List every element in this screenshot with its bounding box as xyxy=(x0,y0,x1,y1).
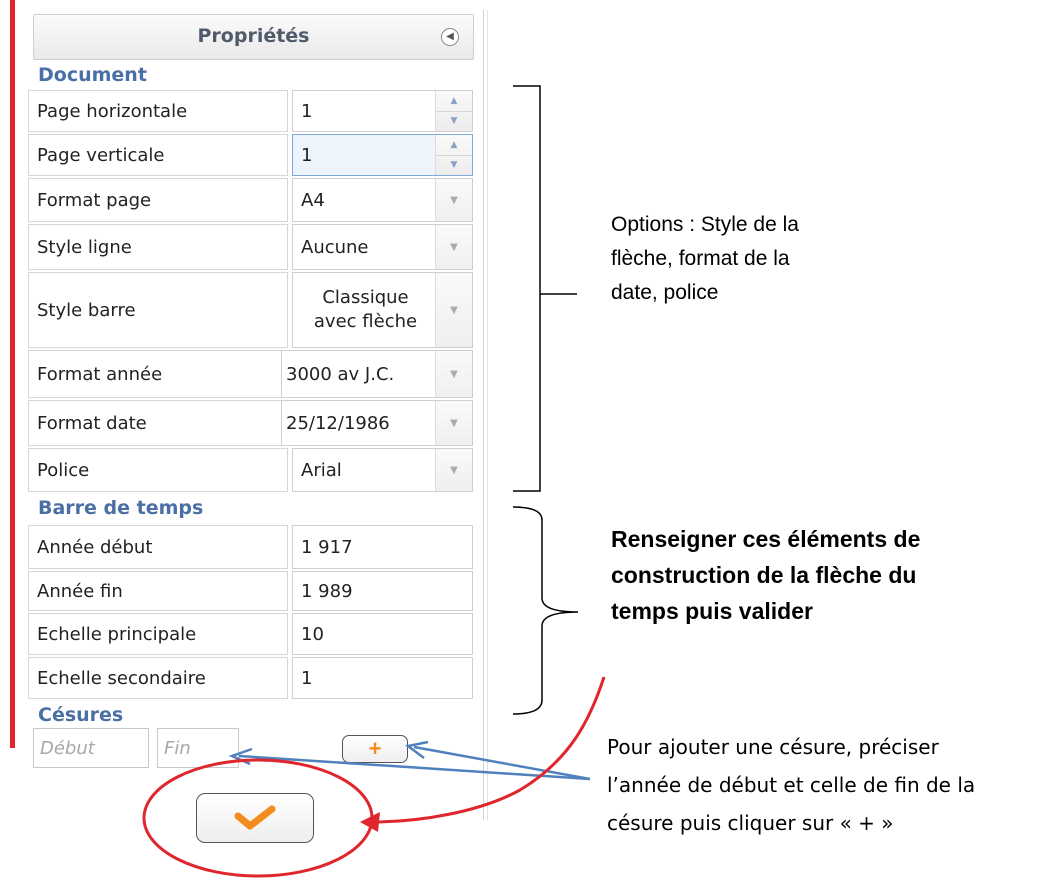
label-police: Police xyxy=(28,448,288,492)
label-style-ligne: Style ligne xyxy=(28,224,288,270)
properties-title: Propriétés xyxy=(197,25,310,47)
label-echelle-principale: Echelle principale xyxy=(28,613,288,655)
chevron-down-icon[interactable]: ▼ xyxy=(435,449,472,491)
plus-icon: + xyxy=(368,736,382,761)
annotation-renseigner-line2: construction de la flèche du xyxy=(611,562,917,588)
annotation-renseigner-line1: Renseigner ces éléments de xyxy=(611,526,921,552)
blue-arrow-to-plus xyxy=(413,745,591,781)
annee-debut-value: 1 917 xyxy=(301,536,353,558)
brace-barre-de-temps xyxy=(512,506,579,715)
annotation-cesure-line2: l’année de début et celle de fin de la xyxy=(607,773,976,797)
police-select[interactable]: Arial ▼ xyxy=(292,448,473,492)
section-cesures: Césures xyxy=(38,704,124,726)
spin-up-icon[interactable]: ▲ xyxy=(436,91,472,112)
chevron-down-icon[interactable]: ▼ xyxy=(435,273,472,347)
format-annee-value: 3000 av J.C. xyxy=(286,363,395,385)
cesure-fin-input[interactable]: Fin xyxy=(157,728,239,768)
police-value: Arial xyxy=(301,459,342,481)
annotation-options-line3: date, police xyxy=(611,281,719,304)
style-ligne-value: Aucune xyxy=(301,236,369,258)
blue-arrow-to-fin xyxy=(238,754,591,781)
page-horizontale-spinner[interactable]: 1 ▲ ▼ xyxy=(292,90,473,132)
page-verticale-spin[interactable]: ▲ ▼ xyxy=(435,135,472,175)
panel-border-inner xyxy=(487,10,488,820)
label-annee-debut: Année début xyxy=(28,525,288,569)
label-page-horizontale: Page horizontale xyxy=(28,90,288,132)
blue-arrowhead-plus xyxy=(405,740,429,759)
annotation-options-line2: flèche, format de la xyxy=(611,247,790,270)
spin-up-icon[interactable]: ▲ xyxy=(436,135,472,156)
red-vertical-line xyxy=(10,0,15,748)
collapse-icon[interactable]: ◀ xyxy=(441,28,459,46)
properties-header: Propriétés ◀ xyxy=(33,14,474,60)
format-date-select[interactable]: 25/12/1986 ▼ xyxy=(281,400,473,446)
chevron-down-icon[interactable]: ▼ xyxy=(435,225,472,269)
label-annee-fin: Année fin xyxy=(28,571,288,611)
label-format-date: Format date xyxy=(28,400,288,446)
style-barre-value-line2: avec flèche xyxy=(313,311,418,332)
chevron-down-icon[interactable]: ▼ xyxy=(435,179,472,221)
cesure-debut-input[interactable]: Début xyxy=(33,728,149,768)
section-barre-de-temps: Barre de temps xyxy=(38,497,204,519)
annee-debut-input[interactable]: 1 917 xyxy=(292,525,473,569)
format-date-value: 25/12/1986 xyxy=(286,412,390,434)
red-arrowhead xyxy=(360,812,380,832)
annotation-options: Options : Style de la flèche, format de … xyxy=(611,208,891,310)
validate-button[interactable] xyxy=(196,793,314,843)
chevron-down-icon[interactable]: ▼ xyxy=(435,401,472,445)
bracket-options xyxy=(513,85,541,492)
checkmark-icon xyxy=(234,805,276,830)
annotation-cesure-line1: Pour ajouter une césure, préciser xyxy=(607,735,939,759)
echelle-principale-input[interactable]: 10 xyxy=(292,613,473,655)
panel-border xyxy=(483,10,484,820)
echelle-principale-value: 10 xyxy=(301,623,324,645)
format-annee-select[interactable]: 3000 av J.C. ▼ xyxy=(281,350,473,398)
format-page-select[interactable]: A4 ▼ xyxy=(292,178,473,222)
annotation-cesure: Pour ajouter une césure, préciser l’anné… xyxy=(607,728,1047,842)
label-format-annee: Format année xyxy=(28,350,288,398)
annee-fin-input[interactable]: 1 989 xyxy=(292,571,473,611)
label-page-verticale: Page verticale xyxy=(28,134,288,176)
page-verticale-value: 1 xyxy=(301,144,313,166)
style-barre-select[interactable]: Classique avec flèche ▼ xyxy=(292,272,473,348)
annotation-renseigner: Renseigner ces éléments de construction … xyxy=(611,521,1031,629)
format-page-value: A4 xyxy=(301,189,325,211)
echelle-secondaire-input[interactable]: 1 xyxy=(292,657,473,699)
annotation-cesure-line3: césure puis cliquer sur « + » xyxy=(607,811,894,835)
style-barre-value-line1: Classique xyxy=(322,287,409,308)
spin-down-icon[interactable]: ▼ xyxy=(436,155,472,175)
section-document: Document xyxy=(38,64,147,86)
label-echelle-secondaire: Echelle secondaire xyxy=(28,657,288,699)
page-horizontale-value: 1 xyxy=(301,100,313,122)
annotation-options-line1: Options : Style de la xyxy=(611,213,799,236)
annee-fin-value: 1 989 xyxy=(301,580,353,602)
page-verticale-spinner[interactable]: 1 ▲ ▼ xyxy=(292,134,473,176)
spin-down-icon[interactable]: ▼ xyxy=(436,111,472,131)
style-barre-value: Classique avec flèche xyxy=(293,286,438,334)
annotation-renseigner-line3: temps puis valider xyxy=(611,598,813,624)
label-style-barre: Style barre xyxy=(28,272,288,348)
label-format-page: Format page xyxy=(28,178,288,222)
chevron-down-icon[interactable]: ▼ xyxy=(435,351,472,397)
echelle-secondaire-value: 1 xyxy=(301,667,313,689)
page-horizontale-spin[interactable]: ▲ ▼ xyxy=(435,91,472,131)
style-ligne-select[interactable]: Aucune ▼ xyxy=(292,224,473,270)
add-cesure-button[interactable]: + xyxy=(342,735,408,763)
